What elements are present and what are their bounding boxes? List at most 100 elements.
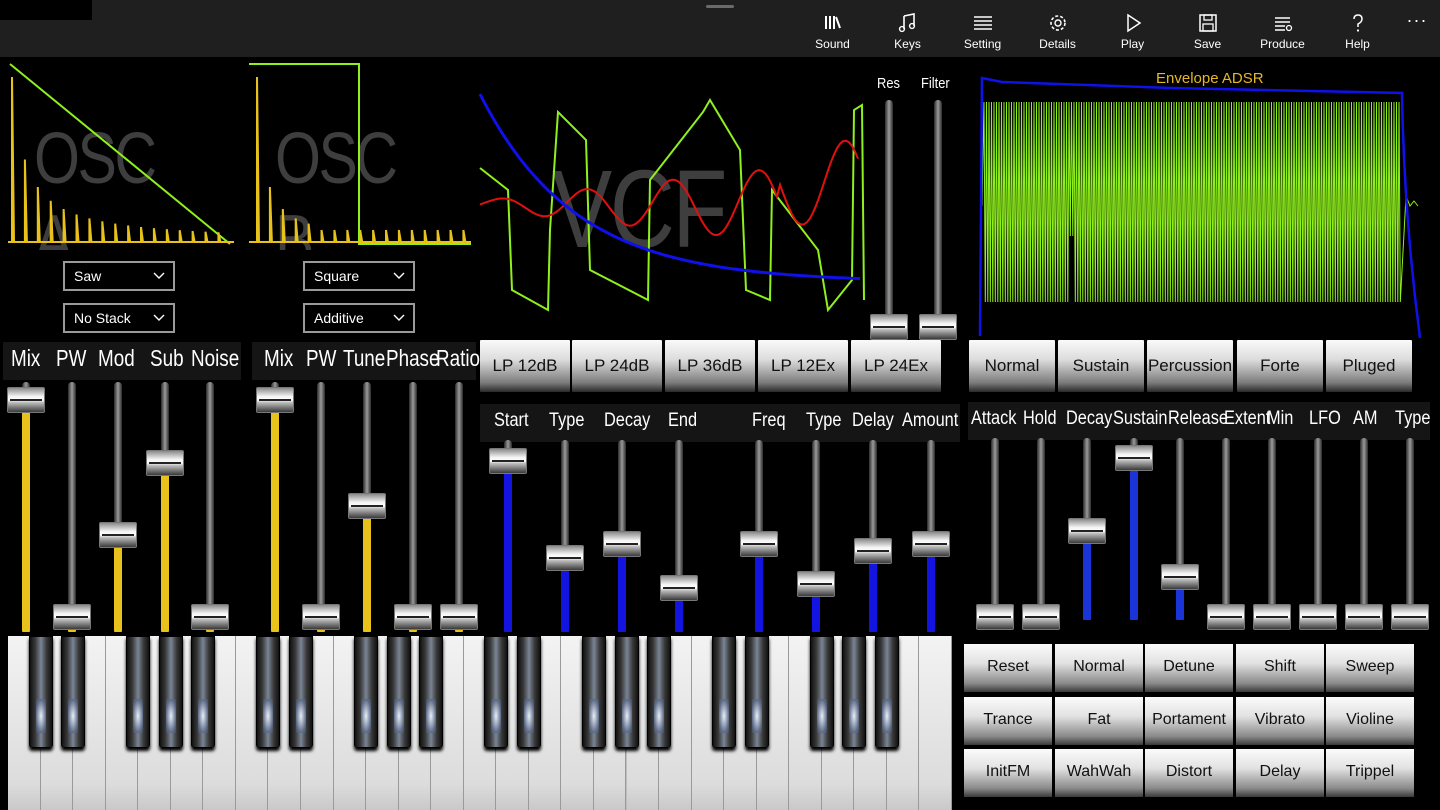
preset-trance-button[interactable]: Trance [964,697,1052,745]
setting-button[interactable]: Setting [945,8,1020,56]
envelope-mode-button[interactable]: Normal [969,340,1055,392]
keys-label: Keys [894,37,921,51]
env-attack-slider-thumb[interactable] [976,603,1014,630]
black-key[interactable] [484,636,509,748]
env-lfo-slider-thumb[interactable] [1299,603,1337,630]
preset-initfm-button[interactable]: InitFM [964,749,1052,797]
filter-slider-thumb[interactable] [919,313,957,340]
vcf-label-type: Type [549,410,585,431]
library-icon [824,16,841,29]
osc-a-noise-slider-thumb[interactable] [191,604,229,631]
black-key[interactable] [126,636,151,748]
white-key[interactable] [919,636,952,810]
preset-portament-button[interactable]: Portament [1145,697,1233,745]
vcf-end-slider-thumb[interactable] [660,574,698,601]
envelope-mode-button[interactable]: Percussion [1147,340,1233,392]
vcf-delay-slider-thumb[interactable] [854,538,892,565]
black-key[interactable] [614,636,639,748]
preset-shift-button[interactable]: Shift [1236,644,1324,692]
osc-a-pw-slider-thumb[interactable] [53,604,91,631]
osc-a-sub-slider-thumb[interactable] [146,449,184,476]
osc-b-waveform-select[interactable]: Square [303,261,415,291]
black-key[interactable] [744,636,769,748]
black-key[interactable] [61,636,86,748]
env-decay-slider-thumb[interactable] [1068,518,1106,545]
osc-a-label-sub: Sub [150,345,184,371]
drag-handle[interactable] [706,5,734,8]
black-key[interactable] [842,636,867,748]
vcf-amount-slider-fill [927,543,935,632]
osc-b-ratio-slider-thumb[interactable] [440,604,478,631]
vcf-type-slider-thumb[interactable] [797,571,835,598]
black-key[interactable] [386,636,411,748]
osc-b-mix-slider-thumb[interactable] [256,386,294,413]
preset-delay-button[interactable]: Delay [1236,749,1324,797]
env-hold-slider-thumb[interactable] [1022,603,1060,630]
osc-b-label-mix: Mix [264,345,294,371]
black-key[interactable] [28,636,53,748]
envelope-mode-button[interactable]: Pluged [1326,340,1412,392]
filter-type-button[interactable]: LP 36dB [665,340,755,392]
preset-sweep-button[interactable]: Sweep [1326,644,1414,692]
osc-a-sub-slider-fill [161,462,169,632]
filter-type-button[interactable]: LP 24dB [572,340,662,392]
black-key[interactable] [289,636,313,748]
black-key[interactable] [874,636,899,748]
env-release-slider-thumb[interactable] [1161,563,1199,590]
filter-type-button[interactable]: LP 12Ex [758,340,848,392]
envelope-mode-button[interactable]: Forte [1237,340,1323,392]
preset-trippel-button[interactable]: Trippel [1326,749,1414,797]
help-icon [1352,14,1363,32]
keys-button[interactable]: Keys [870,8,945,56]
black-key[interactable] [158,636,183,748]
envelope-waveform [978,76,1422,339]
vcf-freq-slider-thumb[interactable] [740,530,778,557]
black-key[interactable] [516,636,541,748]
osc-b-scope: OSC B [249,60,471,250]
osc-a-mod-slider-thumb[interactable] [99,522,137,549]
preset-wahwah-button[interactable]: WahWah [1055,749,1143,797]
vcf-start-slider-thumb[interactable] [489,447,527,474]
osc-b-phase-slider-thumb[interactable] [394,604,432,631]
help-button[interactable]: Help [1320,8,1395,56]
play-button[interactable]: Play [1095,8,1170,56]
vcf-type-slider-thumb[interactable] [546,545,584,572]
env-extent-slider-thumb[interactable] [1207,603,1245,630]
preset-violine-button[interactable]: Violine [1326,697,1414,745]
black-key[interactable] [581,636,606,748]
details-button[interactable]: Details [1020,8,1095,56]
save-button[interactable]: Save [1170,8,1245,56]
produce-button[interactable]: Produce [1245,8,1320,56]
osc-b-tune-slider-thumb[interactable] [348,493,386,520]
preset-reset-button[interactable]: Reset [964,644,1052,692]
env-sustain-slider-thumb[interactable] [1115,445,1153,472]
osc-a-stack-select[interactable]: No Stack [63,303,175,333]
env-min-slider-thumb[interactable] [1253,603,1291,630]
vcf-decay-slider-thumb[interactable] [603,530,641,557]
black-key[interactable] [809,636,834,748]
envelope-mode-button[interactable]: Sustain [1058,340,1144,392]
vcf-amount-slider-thumb[interactable] [912,530,950,557]
env-am-slider-thumb[interactable] [1345,603,1383,630]
osc-b-mode-select[interactable]: Additive [303,303,415,333]
sound-button[interactable]: Sound [795,8,870,56]
black-key[interactable] [712,636,737,748]
black-key[interactable] [647,636,671,748]
preset-vibrato-button[interactable]: Vibrato [1236,697,1324,745]
preset-normal-button[interactable]: Normal [1055,644,1143,692]
filter-type-button[interactable]: LP 12dB [480,340,570,392]
black-key[interactable] [354,636,379,748]
black-key[interactable] [191,636,216,748]
res-slider-thumb[interactable] [870,313,908,340]
filter-type-button[interactable]: LP 24Ex [851,340,941,392]
more-options-button[interactable]: ··· [1404,10,1430,34]
osc-b-pw-slider-thumb[interactable] [302,604,340,631]
osc-a-mix-slider-thumb[interactable] [7,386,45,413]
black-key[interactable] [256,636,281,748]
black-key[interactable] [419,636,444,748]
preset-detune-button[interactable]: Detune [1145,644,1233,692]
env-type-slider-thumb[interactable] [1391,603,1429,630]
preset-fat-button[interactable]: Fat [1055,697,1143,745]
osc-a-waveform-select[interactable]: Saw [63,261,175,291]
preset-distort-button[interactable]: Distort [1145,749,1233,797]
